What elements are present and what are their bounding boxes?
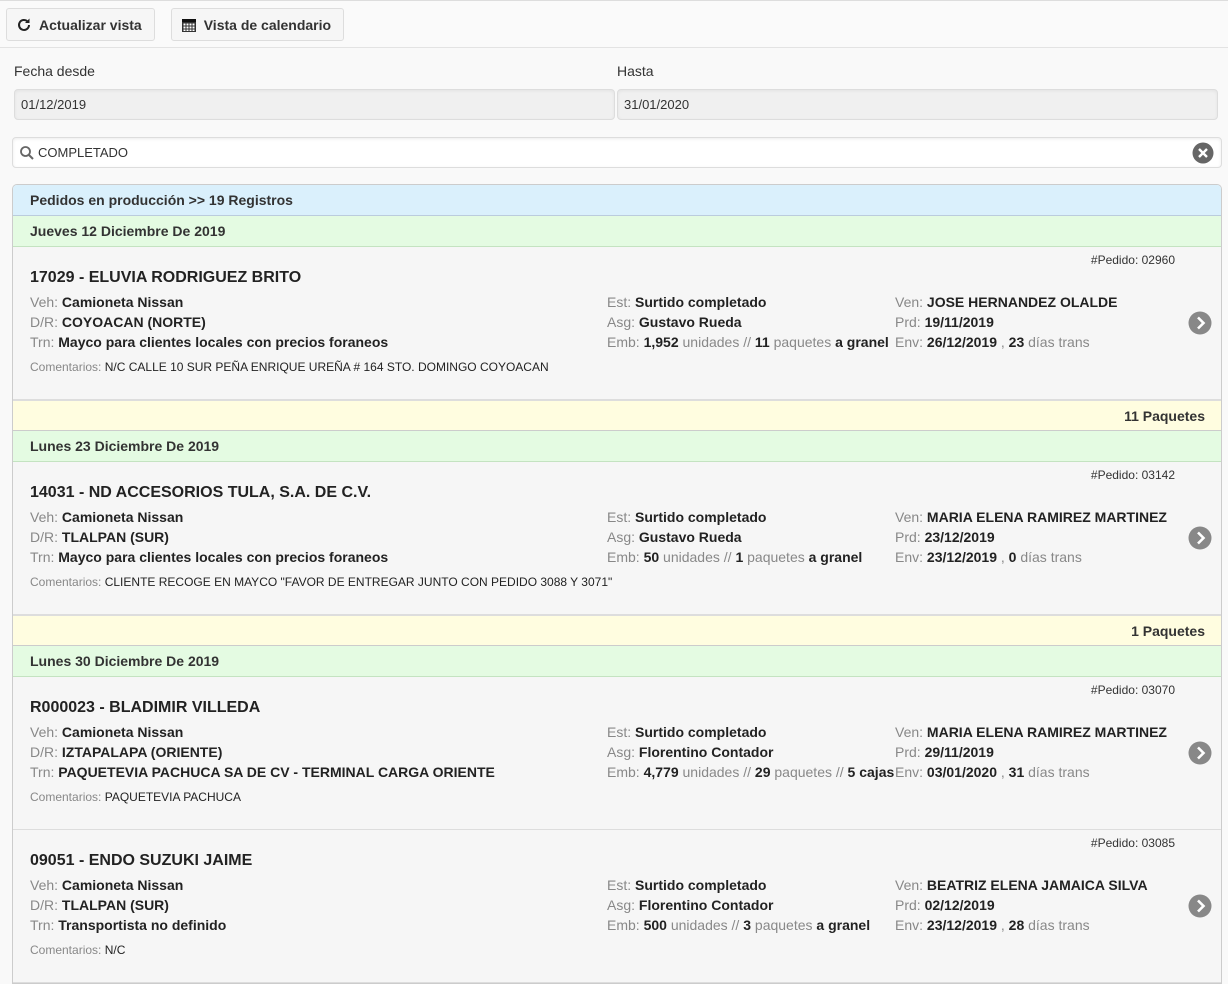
assignee-row: Asg: Florentino Contador bbox=[607, 897, 774, 913]
calendar-view-label: Vista de calendario bbox=[203, 16, 332, 33]
search-field[interactable]: COMPLETADO bbox=[12, 137, 1222, 168]
vehicle-row: Veh: Camioneta Nissan bbox=[30, 877, 184, 893]
shipping-row: Env: 23/12/2019 , 0 días trans bbox=[895, 549, 1082, 565]
route-row: D/R: COYOACAN (NORTE) bbox=[30, 314, 206, 330]
date-to-group: Hasta 31/01/2020 bbox=[617, 63, 1220, 120]
date-from-input[interactable]: 01/12/2019 bbox=[14, 89, 615, 120]
calendar-icon bbox=[181, 18, 196, 32]
vehicle-row: Veh: Camioneta Nissan bbox=[30, 724, 184, 740]
calendar-view-button[interactable]: Vista de calendario bbox=[170, 8, 345, 41]
chevron-right-icon[interactable] bbox=[1188, 741, 1212, 765]
date-from-label: Fecha desde bbox=[14, 63, 95, 79]
date-from-group: Fecha desde 01/12/2019 bbox=[14, 63, 617, 120]
order-comment: Comentarios: PAQUETEVIA PACHUCA bbox=[30, 790, 241, 804]
assignee-row: Asg: Gustavo Rueda bbox=[607, 314, 742, 330]
production-date-row: Prd: 02/12/2019 bbox=[895, 897, 995, 913]
shipping-row: Env: 23/12/2019 , 28 días trans bbox=[895, 917, 1090, 933]
carrier-row: Trn: Transportista no definido bbox=[30, 917, 227, 933]
order-title: 17029 - ELUVIA RODRIGUEZ BRITO bbox=[30, 269, 302, 286]
packing-row: Emb: 4,779 unidades // 29 paquetes // 5 … bbox=[607, 764, 895, 780]
refresh-icon bbox=[18, 18, 30, 31]
route-row: D/R: TLALPAN (SUR) bbox=[30, 529, 169, 545]
orders-list: Pedidos en producción >> 19 Registros Ju… bbox=[12, 184, 1222, 984]
chevron-right-icon[interactable] bbox=[1188, 526, 1212, 550]
order-item[interactable]: #Pedido: 03085 09051 - ENDO SUZUKI JAIME… bbox=[13, 830, 1221, 983]
order-number: #Pedido: 02960 bbox=[1090, 253, 1175, 267]
carrier-row: Trn: PAQUETEVIA PACHUCA SA DE CV - TERMI… bbox=[30, 764, 495, 780]
status-row: Est: Surtido completado bbox=[607, 724, 767, 740]
assignee-row: Asg: Gustavo Rueda bbox=[607, 529, 742, 545]
day-divider: Lunes 23 Diciembre De 2019 bbox=[13, 431, 1221, 462]
status-row: Est: Surtido completado bbox=[607, 877, 767, 893]
list-header: Pedidos en producción >> 19 Registros bbox=[13, 185, 1221, 216]
day-divider: Jueves 12 Diciembre De 2019 bbox=[13, 216, 1221, 247]
assignee-row: Asg: Florentino Contador bbox=[607, 744, 774, 760]
clear-search-icon[interactable] bbox=[1192, 142, 1214, 164]
order-comment: Comentarios: N/C CALLE 10 SUR PEÑA ENRIQ… bbox=[30, 360, 549, 374]
order-item[interactable]: #Pedido: 02960 17029 - ELUVIA RODRIGUEZ … bbox=[13, 247, 1221, 400]
carrier-row: Trn: Mayco para clientes locales con pre… bbox=[30, 549, 389, 565]
production-date-row: Prd: 19/11/2019 bbox=[895, 314, 994, 330]
day-divider: Lunes 30 Diciembre De 2019 bbox=[13, 646, 1221, 677]
date-range: Fecha desde 01/12/2019 Hasta 31/01/2020 bbox=[0, 63, 1228, 120]
production-date-row: Prd: 23/12/2019 bbox=[895, 529, 995, 545]
seller-row: Ven: MARIA ELENA RAMIREZ MARTINEZ bbox=[895, 724, 1167, 740]
date-to-input[interactable]: 31/01/2020 bbox=[617, 89, 1218, 120]
vehicle-row: Veh: Camioneta Nissan bbox=[30, 509, 184, 525]
search-icon bbox=[20, 145, 34, 160]
refresh-view-label: Actualizar vista bbox=[39, 16, 142, 33]
order-item[interactable]: #Pedido: 03070 R000023 - BLADIMIR VILLED… bbox=[13, 677, 1221, 830]
search-input[interactable]: COMPLETADO bbox=[38, 145, 128, 160]
shipping-row: Env: 03/01/2020 , 31 días trans bbox=[895, 764, 1090, 780]
shipping-row: Env: 26/12/2019 , 23 días trans bbox=[895, 334, 1090, 350]
order-number: #Pedido: 03085 bbox=[1090, 836, 1175, 850]
chevron-right-icon[interactable] bbox=[1188, 311, 1212, 335]
packing-row: Emb: 500 unidades // 3 paquetes a granel bbox=[607, 917, 871, 933]
seller-row: Ven: JOSE HERNANDEZ OLALDE bbox=[895, 294, 1118, 310]
order-title: 09051 - ENDO SUZUKI JAIME bbox=[30, 852, 253, 869]
route-row: D/R: IZTAPALAPA (ORIENTE) bbox=[30, 744, 223, 760]
order-title: R000023 - BLADIMIR VILLEDA bbox=[30, 699, 261, 716]
status-row: Est: Surtido completado bbox=[607, 509, 767, 525]
order-title: 14031 - ND ACCESORIOS TULA, S.A. DE C.V. bbox=[30, 484, 372, 501]
vehicle-row: Veh: Camioneta Nissan bbox=[30, 294, 184, 310]
order-number: #Pedido: 03070 bbox=[1090, 683, 1175, 697]
seller-row: Ven: MARIA ELENA RAMIREZ MARTINEZ bbox=[895, 509, 1167, 525]
order-comment: Comentarios: CLIENTE RECOGE EN MAYCO "FA… bbox=[30, 575, 613, 589]
packages-summary: 11 Paquetes bbox=[13, 400, 1221, 431]
carrier-row: Trn: Mayco para clientes locales con pre… bbox=[30, 334, 389, 350]
chevron-right-icon[interactable] bbox=[1188, 894, 1212, 918]
status-row: Est: Surtido completado bbox=[607, 294, 767, 310]
packing-row: Emb: 1,952 unidades // 11 paquetes a gra… bbox=[607, 334, 889, 350]
order-item[interactable]: #Pedido: 03142 14031 - ND ACCESORIOS TUL… bbox=[13, 462, 1221, 615]
refresh-view-button[interactable]: Actualizar vista bbox=[6, 8, 155, 41]
order-number: #Pedido: 03142 bbox=[1090, 468, 1175, 482]
packing-row: Emb: 50 unidades // 1 paquetes a granel bbox=[607, 549, 863, 565]
toolbar: Actualizar vista Vista de calendario bbox=[0, 0, 1228, 48]
route-row: D/R: TLALPAN (SUR) bbox=[30, 897, 169, 913]
production-date-row: Prd: 29/11/2019 bbox=[895, 744, 994, 760]
packages-summary: 1 Paquetes bbox=[13, 615, 1221, 646]
seller-row: Ven: BEATRIZ ELENA JAMAICA SILVA bbox=[895, 877, 1148, 893]
date-to-label: Hasta bbox=[617, 63, 654, 79]
order-comment: Comentarios: N/C bbox=[30, 943, 126, 957]
